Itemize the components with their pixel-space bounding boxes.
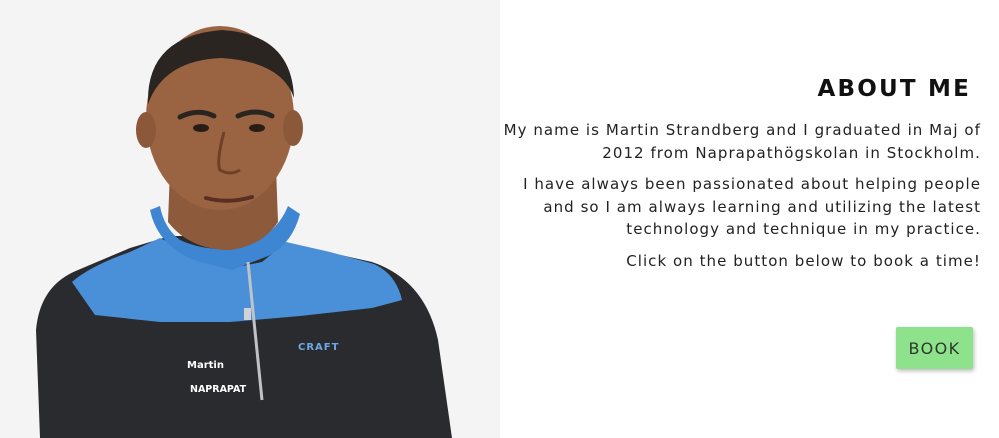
about-text-panel: ABOUT ME My name is Martin Strandberg an… <box>500 0 999 438</box>
shirt-name-text: Martin <box>187 360 224 371</box>
about-body: My name is Martin Strandberg and I gradu… <box>499 119 981 281</box>
about-paragraph-3: Click on the button below to book a time… <box>626 251 981 270</box>
about-title: ABOUT ME <box>817 76 971 102</box>
shirt-brand-logo: CRAFT <box>298 342 339 353</box>
about-paragraph-2: I have always been passionated about hel… <box>523 175 981 238</box>
shirt-company-text: NAPRAPAT <box>190 384 247 395</box>
portrait-photo: Martin NAPRAPAT CRAFT <box>0 0 500 438</box>
about-section: Martin NAPRAPAT CRAFT ABOUT ME My name i… <box>0 0 999 438</box>
about-paragraph-1: My name is Martin Strandberg and I gradu… <box>503 121 981 162</box>
book-button[interactable]: BOOK <box>896 327 973 369</box>
portrait-illustration: Martin NAPRAPAT CRAFT <box>0 0 500 438</box>
